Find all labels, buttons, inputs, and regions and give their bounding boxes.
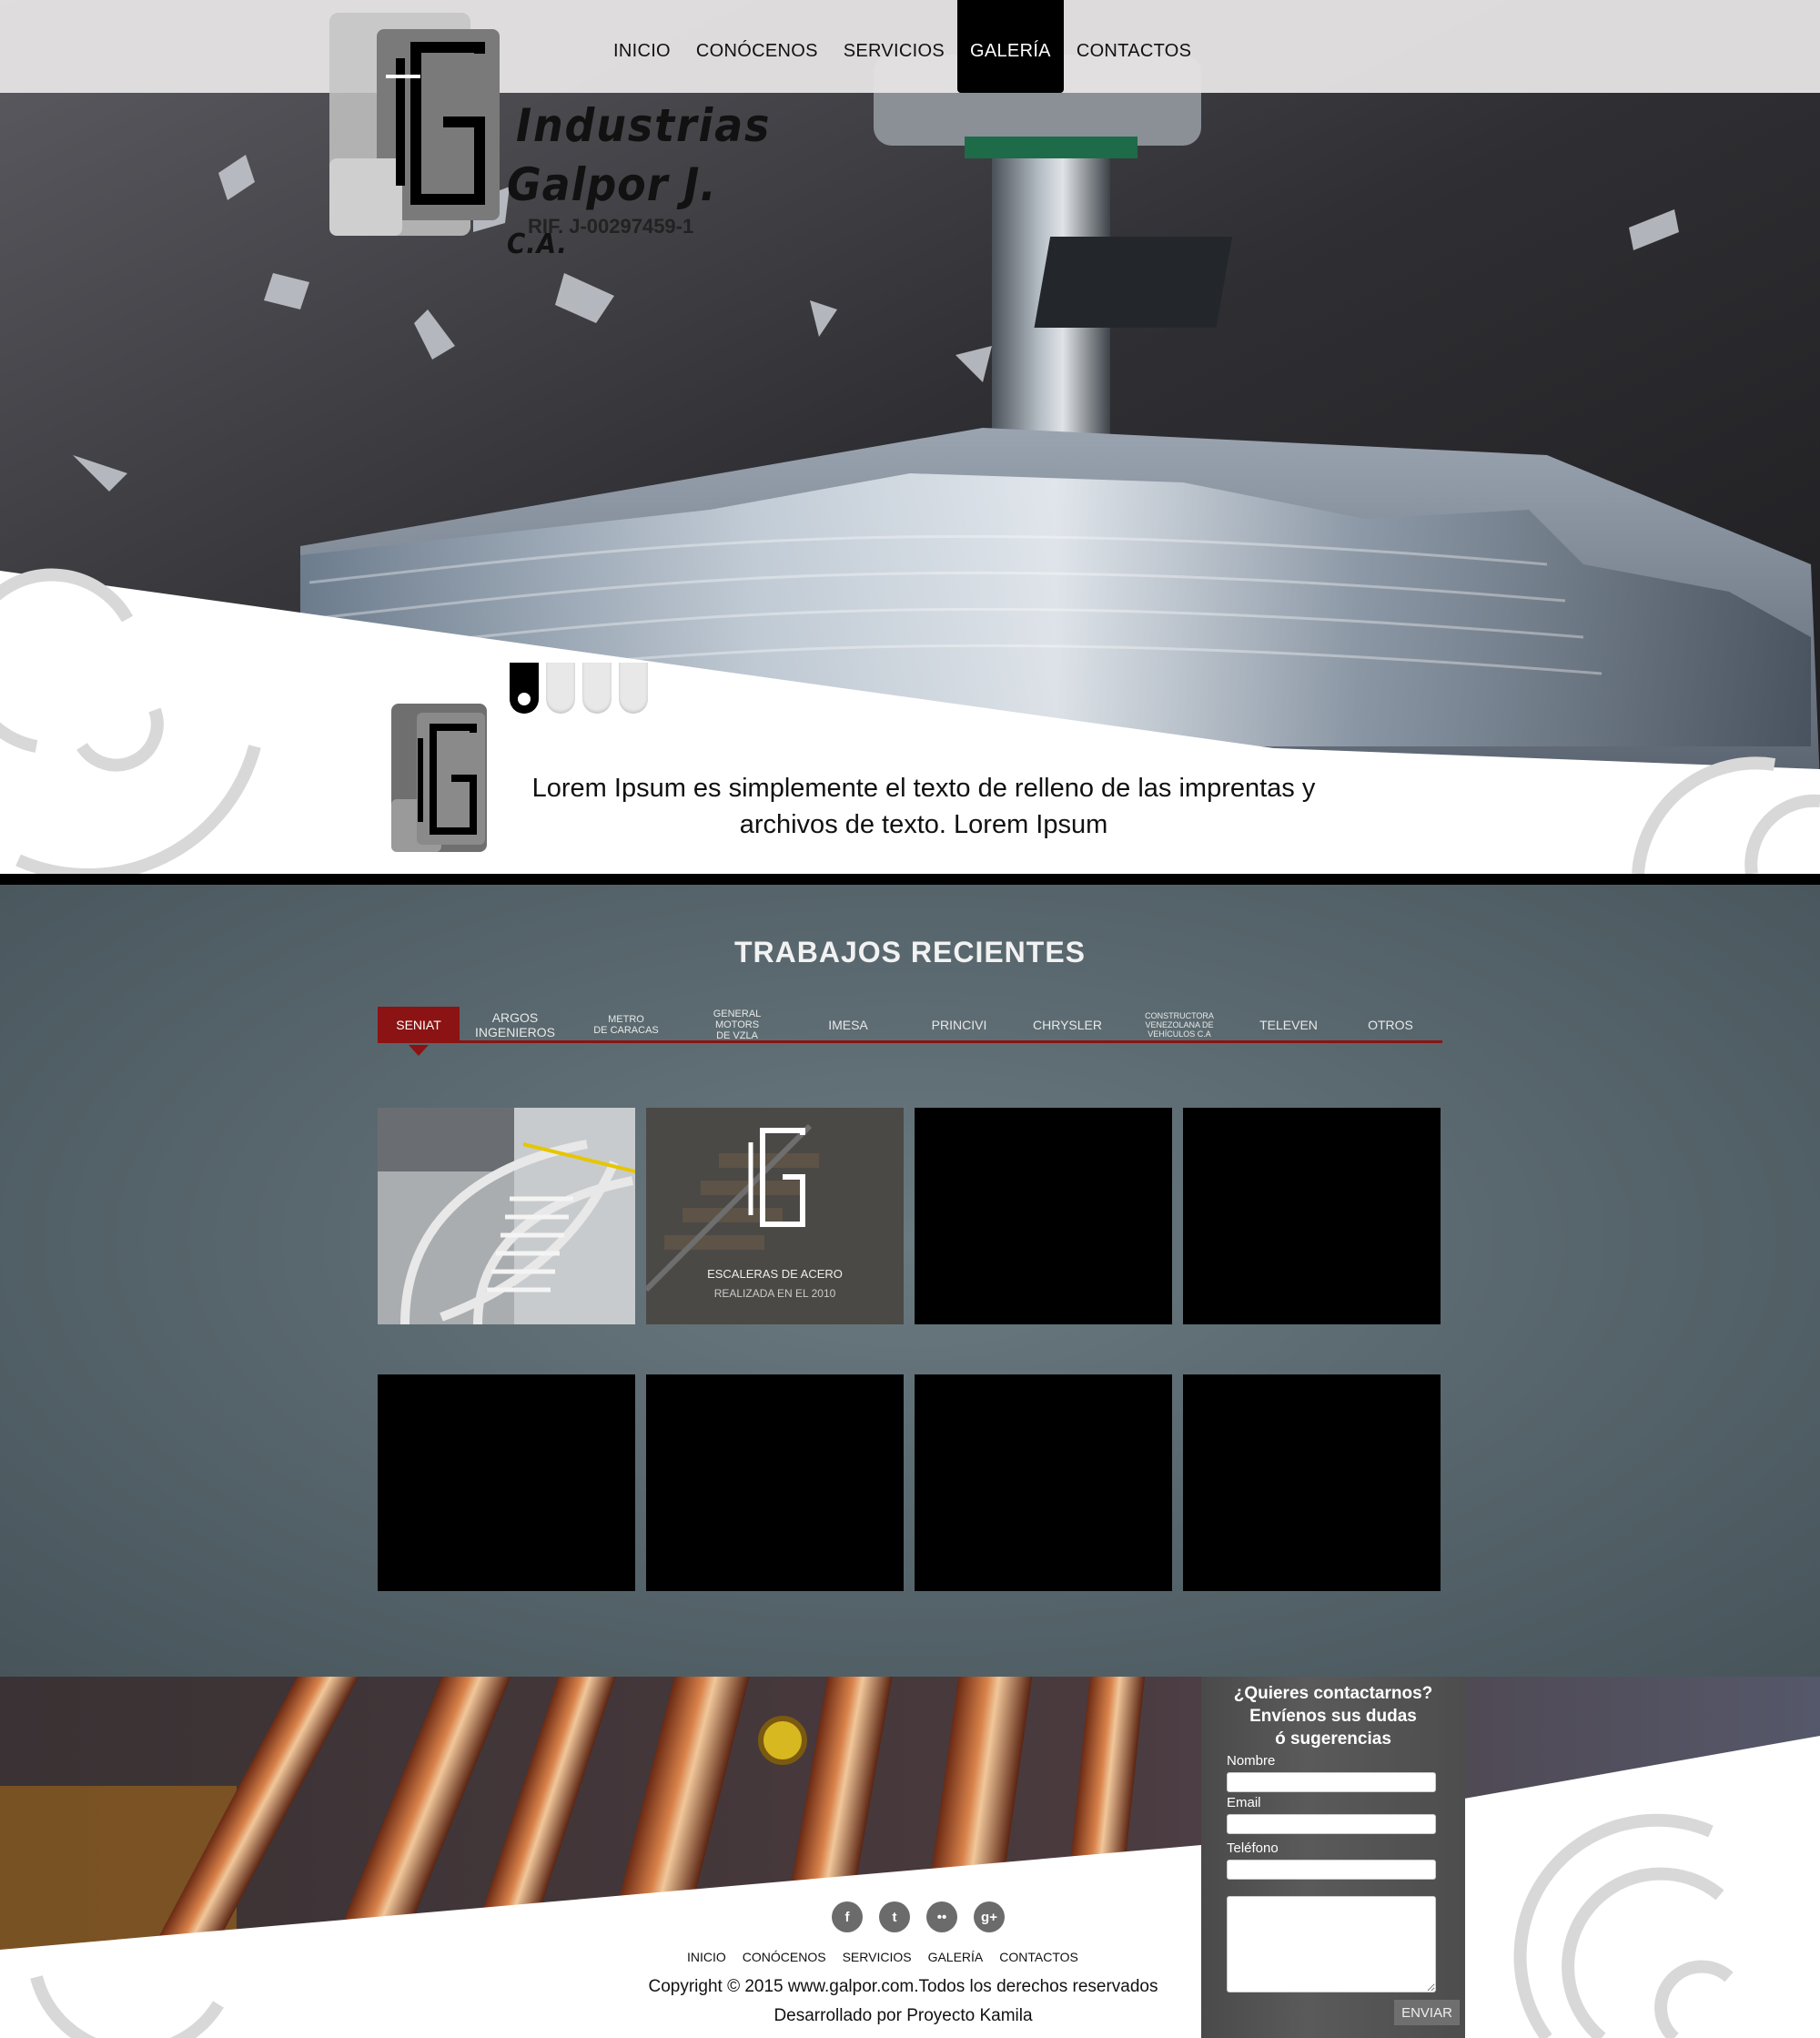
section-title: TRABAJOS RECIENTES bbox=[733, 936, 1087, 968]
logo-line2: Galpor J. C.A. bbox=[507, 158, 717, 260]
gallery-tile[interactable] bbox=[1183, 1374, 1441, 1591]
tab-princivi[interactable]: PRINCIVI bbox=[904, 1007, 1015, 1043]
message-field[interactable] bbox=[1227, 1896, 1436, 1992]
twitter-icon[interactable]: t bbox=[879, 1901, 910, 1932]
nav-servicios[interactable]: SERVICIOS bbox=[831, 0, 957, 93]
gallery-tile[interactable] bbox=[915, 1108, 1172, 1324]
developer-credit: Desarrollado por Proyecto Kamila bbox=[774, 2006, 1033, 2025]
tab-general-motors[interactable]: GENERAL MOTORS DE VZLA bbox=[682, 1007, 793, 1043]
flickr-icon[interactable]: •• bbox=[926, 1901, 957, 1932]
gallery-tile[interactable] bbox=[378, 1108, 635, 1324]
email-field[interactable] bbox=[1227, 1814, 1436, 1834]
tab-otros[interactable]: OTROS bbox=[1339, 1007, 1442, 1043]
submit-button[interactable]: ENVIAR bbox=[1394, 2000, 1460, 2025]
logo-line1: Industrias bbox=[516, 99, 772, 152]
tile-title: ESCALERAS DE ACERO bbox=[707, 1267, 843, 1281]
copyright-text: Copyright © 2015 www.galpor.com.Todos lo… bbox=[648, 1977, 1158, 1996]
company-logo[interactable]: Industrias Galpor J. C.A. RIF. J-0029745… bbox=[329, 13, 769, 260]
nav-contactos[interactable]: CONTACTOS bbox=[1064, 0, 1204, 93]
gallery-tile[interactable] bbox=[1183, 1108, 1441, 1324]
tab-imesa[interactable]: IMESA bbox=[793, 1007, 904, 1043]
google-plus-icon[interactable]: g+ bbox=[974, 1901, 1005, 1932]
footer-nav-servicios[interactable]: SERVICIOS bbox=[843, 1950, 912, 1964]
slider-dot-1[interactable] bbox=[510, 663, 539, 714]
phone-field[interactable] bbox=[1227, 1860, 1436, 1880]
slider-pagination bbox=[510, 663, 648, 714]
footer-nav-galeria[interactable]: GALERÍA bbox=[928, 1950, 984, 1964]
contact-form: ¿Quieres contactarnos? Envíenos sus duda… bbox=[1201, 1677, 1465, 2038]
footer-nav-contactos[interactable]: CONTACTOS bbox=[999, 1950, 1078, 1964]
hero-section: INICIO CONÓCENOS SERVICIOS GALERÍA CONTA… bbox=[0, 0, 1820, 874]
gallery-tile[interactable] bbox=[915, 1374, 1172, 1591]
gallery-grid: ESCALERAS DE ACERO REALIZADA EN EL 2010 bbox=[378, 1108, 1442, 1591]
name-label: Nombre bbox=[1227, 1753, 1276, 1769]
name-field[interactable] bbox=[1227, 1772, 1436, 1792]
contact-title: ¿Quieres contactarnos? Envíenos sus duda… bbox=[1233, 1684, 1433, 1749]
slider-dot-4[interactable] bbox=[619, 663, 648, 714]
client-tabs: SENIAT ARGOS INGENIEROS METRO DE CARACAS… bbox=[378, 1007, 1442, 1056]
phone-label: Teléfono bbox=[1227, 1840, 1279, 1856]
small-logo-mark bbox=[391, 704, 487, 852]
gallery-tile[interactable] bbox=[646, 1374, 904, 1591]
footer-nav-inicio[interactable]: INICIO bbox=[687, 1950, 726, 1964]
tab-seniat[interactable]: SENIAT bbox=[378, 1007, 460, 1056]
social-links: f t •• g+ bbox=[832, 1901, 1005, 1932]
slider-dot-3[interactable] bbox=[582, 663, 612, 714]
facebook-icon[interactable]: f bbox=[832, 1901, 863, 1932]
gallery-tile-hover[interactable]: ESCALERAS DE ACERO REALIZADA EN EL 2010 bbox=[646, 1108, 904, 1324]
tab-chrysler[interactable]: CHRYSLER bbox=[1015, 1007, 1120, 1043]
tile-subtitle: REALIZADA EN EL 2010 bbox=[713, 1287, 836, 1300]
tab-metro-de-caracas[interactable]: METRO DE CARACAS bbox=[571, 1007, 682, 1043]
top-nav-bar: INICIO CONÓCENOS SERVICIOS GALERÍA CONTA… bbox=[0, 0, 1820, 93]
logo-rif: RIF. J-00297459-1 bbox=[528, 215, 694, 238]
email-label: Email bbox=[1227, 1795, 1261, 1810]
tab-argos-ingenieros[interactable]: ARGOS INGENIEROS bbox=[460, 1007, 571, 1043]
footer-section: f t •• g+ INICIO CONÓCENOS SERVICIOS GAL… bbox=[0, 1677, 1820, 2038]
nav-galeria[interactable]: GALERÍA bbox=[957, 0, 1064, 93]
tab-constructora-venezolana[interactable]: CONSTRUCTORA VENEZOLANA DE VEHÍCULOS C.A bbox=[1120, 1007, 1239, 1043]
footer-nav: INICIO CONÓCENOS SERVICIOS GALERÍA CONTA… bbox=[687, 1950, 1078, 1964]
gallery-tile[interactable] bbox=[378, 1374, 635, 1591]
steel-stairs-photo bbox=[378, 1108, 635, 1324]
galpor-logo-mark bbox=[329, 13, 500, 236]
slider-dot-2[interactable] bbox=[546, 663, 575, 714]
recent-works-section: TRABAJOS RECIENTES SENIAT ARGOS INGENIER… bbox=[0, 874, 1820, 1677]
tab-televen[interactable]: TELEVEN bbox=[1239, 1007, 1339, 1043]
hero-tagline: Lorem Ipsum es simplemente el texto de r… bbox=[531, 774, 1316, 839]
machining-hero-image bbox=[0, 0, 1820, 874]
footer-nav-conocenos[interactable]: CONÓCENOS bbox=[743, 1950, 826, 1964]
